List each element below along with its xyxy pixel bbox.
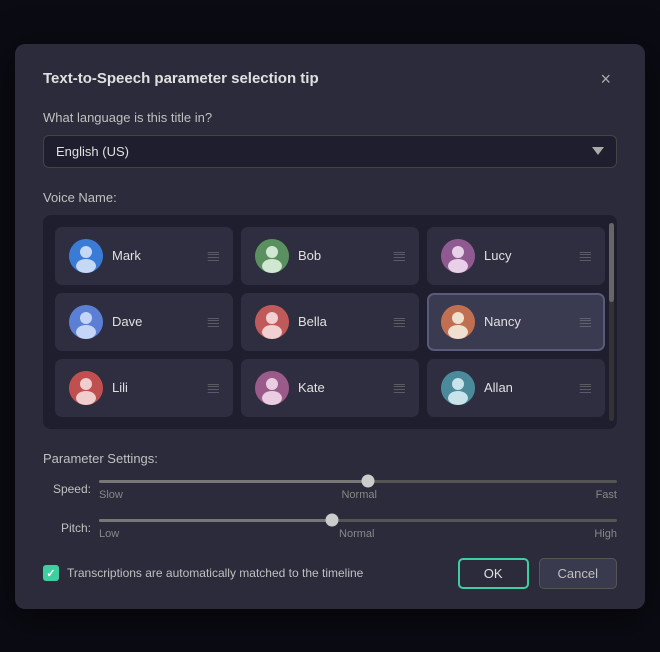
pitch-high-mark: High (594, 528, 617, 540)
voice-grid: Mark 𝄙 Bob 𝄙 Lucy 𝄙 (55, 227, 605, 417)
language-question: What language is this title in? (43, 110, 617, 125)
voice-card-lili[interactable]: Lili 𝄙 (55, 359, 233, 417)
wave-icon-kate[interactable]: 𝄙 (394, 379, 405, 396)
auto-match-checkbox[interactable]: ✓ (43, 565, 59, 581)
voice-section-label: Voice Name: (43, 190, 617, 205)
language-section: What language is this title in? English … (43, 110, 617, 168)
wave-icon-mark[interactable]: 𝄙 (208, 247, 219, 264)
wave-icon-lili[interactable]: 𝄙 (208, 379, 219, 396)
close-button[interactable]: × (594, 68, 617, 90)
voice-name-mark: Mark (112, 248, 199, 263)
voice-name-nancy: Nancy (484, 314, 571, 329)
checkmark-icon: ✓ (46, 567, 55, 580)
voice-name-bella: Bella (298, 314, 385, 329)
voice-avatar-nancy (441, 305, 475, 339)
cancel-button[interactable]: Cancel (539, 558, 617, 589)
voice-card-bob[interactable]: Bob 𝄙 (241, 227, 419, 285)
voice-card-allan[interactable]: Allan 𝄙 (427, 359, 605, 417)
language-select[interactable]: English (US) English (UK) French German … (43, 135, 617, 168)
speed-low-mark: Slow (99, 489, 123, 501)
voice-name-kate: Kate (298, 380, 385, 395)
speed-thumb[interactable] (362, 475, 375, 488)
param-settings-label: Parameter Settings: (43, 451, 617, 466)
scrollbar-thumb[interactable] (609, 223, 614, 302)
footer-row: ✓ Transcriptions are automatically match… (43, 558, 617, 589)
voice-avatar-mark (69, 239, 103, 273)
voice-name-lucy: Lucy (484, 248, 571, 263)
voice-name-dave: Dave (112, 314, 199, 329)
voice-card-dave[interactable]: Dave 𝄙 (55, 293, 233, 351)
voice-card-mark[interactable]: Mark 𝄙 (55, 227, 233, 285)
scrollbar-track (609, 223, 614, 421)
wave-icon-nancy[interactable]: 𝄙 (580, 313, 591, 330)
voice-avatar-bella (255, 305, 289, 339)
pitch-track (99, 519, 617, 522)
wave-icon-allan[interactable]: 𝄙 (580, 379, 591, 396)
voice-avatar-allan (441, 371, 475, 405)
voice-name-allan: Allan (484, 380, 571, 395)
voice-card-nancy[interactable]: Nancy 𝄙 (427, 293, 605, 351)
voice-avatar-lucy (441, 239, 475, 273)
pitch-thumb[interactable] (326, 514, 339, 527)
wave-icon-bella[interactable]: 𝄙 (394, 313, 405, 330)
voice-card-kate[interactable]: Kate 𝄙 (241, 359, 419, 417)
speed-track (99, 480, 617, 483)
pitch-fill (99, 519, 332, 522)
voice-grid-container: Mark 𝄙 Bob 𝄙 Lucy 𝄙 (43, 215, 617, 429)
button-group: OK Cancel (458, 558, 617, 589)
voice-card-lucy[interactable]: Lucy 𝄙 (427, 227, 605, 285)
speed-label: Speed: (53, 482, 91, 496)
speed-fill (99, 480, 368, 483)
voice-name-bob: Bob (298, 248, 385, 263)
speed-high-mark: Fast (596, 489, 617, 501)
speed-mid-mark: Normal (341, 489, 376, 501)
voice-avatar-kate (255, 371, 289, 405)
dialog-header: Text-to-Speech parameter selection tip × (43, 68, 617, 90)
dialog-title: Text-to-Speech parameter selection tip (43, 70, 319, 87)
tts-dialog: Text-to-Speech parameter selection tip ×… (15, 44, 645, 609)
pitch-mid-mark: Normal (339, 528, 374, 540)
pitch-low-mark: Low (99, 528, 119, 540)
voice-card-bella[interactable]: Bella 𝄙 (241, 293, 419, 351)
wave-icon-lucy[interactable]: 𝄙 (580, 247, 591, 264)
checkbox-label: Transcriptions are automatically matched… (67, 566, 363, 580)
wave-icon-bob[interactable]: 𝄙 (394, 247, 405, 264)
ok-button[interactable]: OK (458, 558, 529, 589)
wave-icon-dave[interactable]: 𝄙 (208, 313, 219, 330)
voice-avatar-lili (69, 371, 103, 405)
voice-name-section: Voice Name: Mark 𝄙 Bob 𝄙 (43, 190, 617, 429)
param-settings-section: Parameter Settings: Speed: Slow Normal F… (43, 451, 617, 540)
checkbox-wrap: ✓ Transcriptions are automatically match… (43, 565, 363, 581)
voice-name-lili: Lili (112, 380, 199, 395)
pitch-label: Pitch: (61, 521, 91, 535)
voice-avatar-dave (69, 305, 103, 339)
voice-avatar-bob (255, 239, 289, 273)
